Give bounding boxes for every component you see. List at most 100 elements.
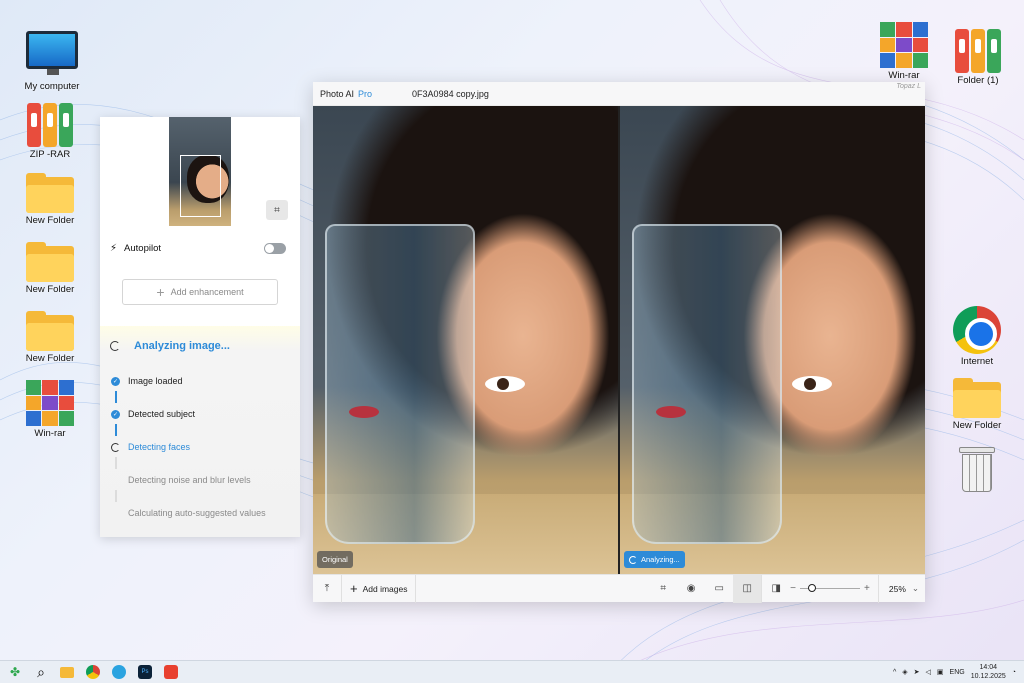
original-tag: Original: [317, 551, 353, 568]
single-view-icon[interactable]: ▭: [705, 575, 733, 603]
add-images-button[interactable]: + Add images: [342, 575, 415, 603]
desktop-icon-label: Win-rar: [34, 428, 66, 439]
winrar-icon: [880, 22, 928, 68]
chevron-up-icon[interactable]: ^: [893, 669, 896, 676]
lips: [349, 406, 379, 418]
desktop-icon-new-folder-4[interactable]: New Folder: [937, 378, 1017, 431]
desktop-icon-label: Win-rar: [888, 70, 920, 81]
desktop-icon-folder-1[interactable]: Folder (1): [938, 29, 1018, 86]
desktop-icon-new-folder-1[interactable]: New Folder: [10, 173, 90, 226]
folder-icon: [26, 311, 74, 351]
folder-icon: [26, 242, 74, 282]
step-connector: [115, 391, 117, 403]
winrar-icon: [26, 380, 74, 426]
desktop-icon-label: Folder (1): [957, 75, 999, 86]
desktop-icon-label: New Folder: [25, 284, 75, 295]
crop-icon[interactable]: ⌗: [266, 200, 288, 220]
enhancement-panel: ⌗ ⚡ Autopilot + Add enhancement Analyzin…: [100, 117, 300, 537]
app-name: Photo AI: [320, 88, 355, 99]
clock[interactable]: 14:04 10.12.2025: [971, 663, 1006, 681]
zoom-value[interactable]: 25%: [879, 584, 912, 594]
divider: [415, 574, 417, 603]
chrome-icon: [953, 306, 1001, 354]
start-icon[interactable]: ✤: [4, 661, 26, 683]
desktop-icon-win-rar-2[interactable]: Win-rar: [864, 22, 944, 81]
photoshop-icon[interactable]: Ps: [134, 661, 156, 683]
trash-icon: [959, 447, 995, 493]
volume-icon[interactable]: ◁: [926, 668, 931, 676]
display-icon[interactable]: ▣: [937, 668, 944, 676]
split-view-icon[interactable]: ◫: [733, 574, 762, 603]
check-icon: ✓: [111, 409, 120, 419]
viewport-frame[interactable]: [180, 155, 221, 217]
desktop-icon-recycle-bin[interactable]: [937, 447, 1017, 493]
desktop-icon-label: New Folder: [25, 353, 75, 364]
folder-icon: [26, 173, 74, 213]
desktop-icon-new-folder-2[interactable]: New Folder: [10, 242, 90, 295]
desktop-icon-internet[interactable]: Internet: [937, 306, 1017, 367]
zoom-knob[interactable]: [808, 584, 817, 592]
face-detect-icon[interactable]: ⌗: [649, 575, 677, 603]
anydesk-icon[interactable]: [160, 661, 182, 683]
step-item: Detecting faces: [111, 442, 190, 452]
desktop-icon-label: New Folder: [952, 420, 1002, 431]
brand-text: Topaz L: [896, 83, 921, 90]
notification-icon[interactable]: ◔: [1012, 669, 1016, 676]
bolt-icon: ⚡: [110, 242, 118, 254]
analysis-header: Analyzing image...: [110, 340, 230, 352]
check-icon: ✓: [111, 376, 120, 386]
autopilot-toggle[interactable]: [264, 242, 286, 254]
analysis-title: Analyzing image...: [134, 340, 230, 352]
step-label: Detecting faces: [128, 442, 191, 452]
step-item: ✓ Detected subject: [111, 409, 195, 419]
desktop-icon-win-rar[interactable]: Win-rar: [10, 380, 90, 439]
analysis-section: Analyzing image... ✓ Image loaded ✓ Dete…: [100, 326, 300, 537]
original-pane[interactable]: Original: [313, 106, 618, 574]
autopilot-label: Autopilot: [124, 242, 162, 254]
chrome-taskbar-icon[interactable]: [82, 661, 104, 683]
step-item: Calculating auto-suggested values: [111, 508, 266, 518]
desktop-icon-label: Internet: [960, 356, 994, 367]
desktop-icon-my-computer[interactable]: My computer: [12, 31, 92, 92]
preview-pane[interactable]: Analyzing...: [620, 106, 925, 574]
telegram-tray-icon[interactable]: ➤: [914, 668, 920, 676]
search-icon[interactable]: ⌕: [30, 661, 52, 683]
desktop-icon-new-folder-3[interactable]: New Folder: [10, 311, 90, 364]
desktop-icon-label: ZIP -RAR: [29, 149, 71, 160]
clock-time: 14:04: [979, 664, 997, 671]
binders-icon: [26, 103, 74, 147]
spinner-icon: [629, 555, 637, 564]
language-indicator[interactable]: ENG: [950, 669, 965, 676]
add-enhancement-button[interactable]: + Add enhancement: [122, 279, 278, 305]
compare-icon[interactable]: ◨: [762, 575, 790, 603]
app-tier-badge: Pro: [358, 88, 373, 99]
title-bar: Photo AI Pro 0F3A0984 copy.jpg Topaz L: [313, 82, 925, 106]
chevron-down-icon[interactable]: ⌄: [912, 583, 925, 594]
analyzing-label: Analyzing...: [641, 555, 680, 564]
network-icon[interactable]: ◈: [902, 668, 907, 676]
monitor-icon: [26, 31, 78, 75]
zoom-slider[interactable]: [800, 584, 861, 592]
desktop-icon-label: My computer: [24, 81, 80, 92]
desktop-icon-label: New Folder: [25, 215, 75, 226]
telegram-icon[interactable]: [108, 661, 130, 683]
step-connector: [115, 457, 117, 469]
glass: [632, 224, 782, 544]
folder-icon: [953, 378, 1001, 418]
image-viewer[interactable]: Original Analyzing...: [313, 106, 925, 574]
eye-icon[interactable]: ◉: [677, 575, 705, 603]
step-connector: [115, 424, 117, 436]
plus-icon: +: [156, 284, 165, 300]
glass: [325, 224, 475, 544]
navigator-thumbnail[interactable]: [169, 117, 231, 226]
system-tray: ^ ◈ ➤ ◁ ▣ ENG 14:04 10.12.2025 ◔: [893, 663, 1024, 681]
zoom-out-icon[interactable]: −: [790, 583, 796, 594]
step-label: Detected subject: [128, 409, 196, 419]
desktop-icon-zip-rar[interactable]: ZIP -RAR: [10, 103, 90, 160]
step-item: Detecting noise and blur levels: [111, 475, 251, 485]
analyzing-tag: Analyzing...: [624, 551, 685, 568]
file-explorer-icon[interactable]: [56, 661, 78, 683]
export-icon[interactable]: ⤒: [313, 575, 341, 603]
zoom-in-icon[interactable]: +: [864, 583, 870, 594]
step-label: Image loaded: [128, 376, 183, 386]
